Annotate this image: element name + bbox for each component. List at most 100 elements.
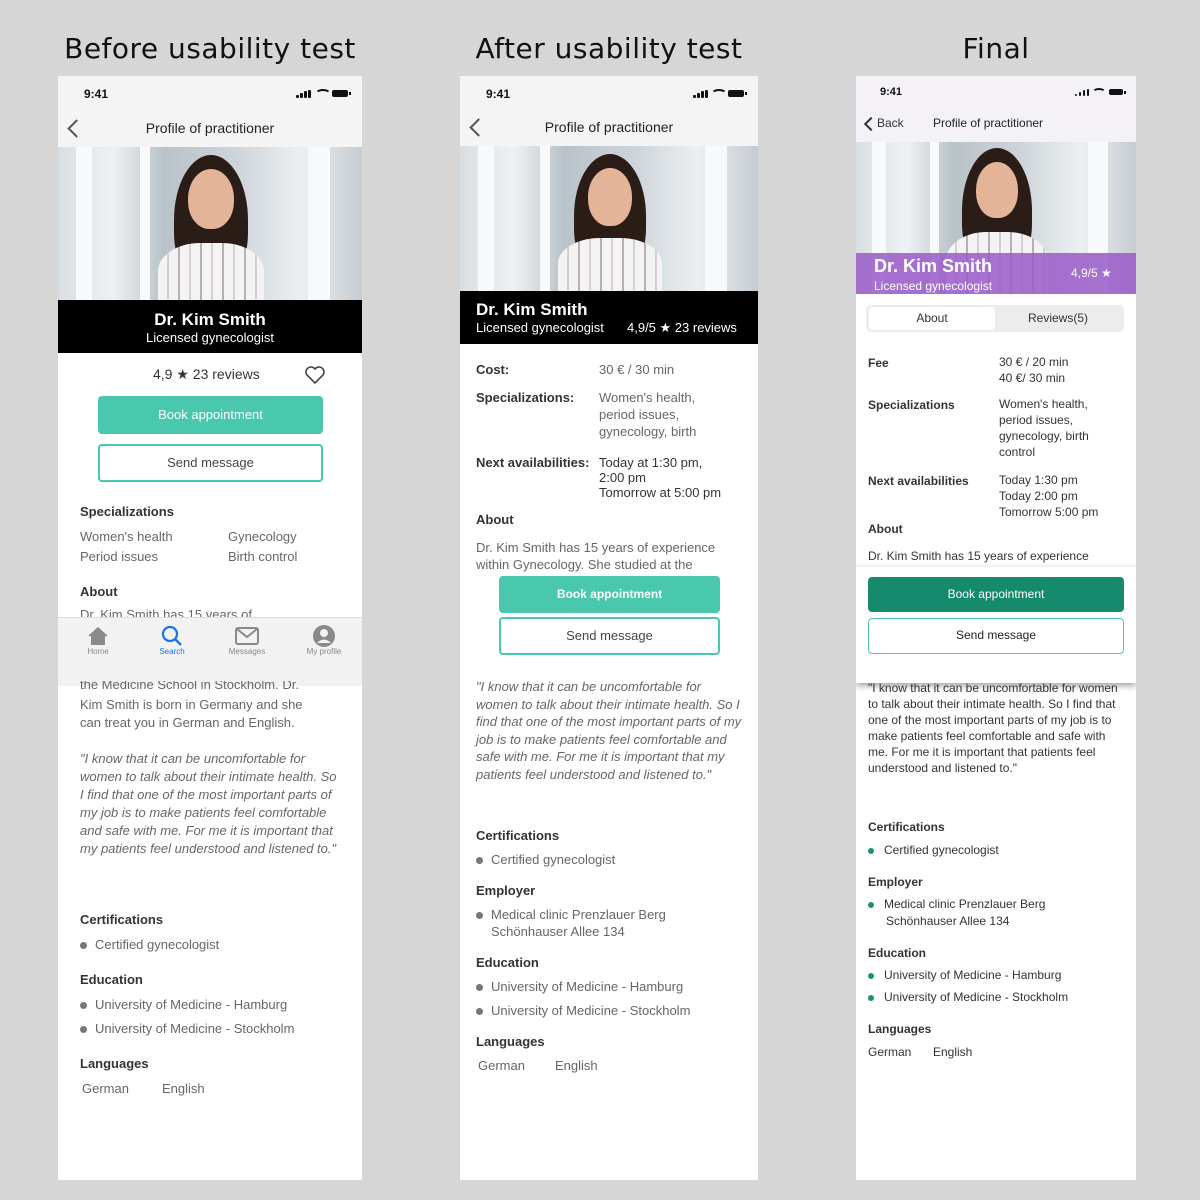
phone-before: 9:41 Profile of practitioner Dr. Kim Smi…	[58, 76, 362, 1180]
about-text-2: within Gynecology. She studied at the	[476, 557, 693, 572]
quote-text: "I know that it can be uncomfortable for…	[80, 751, 337, 856]
rating: 4,9 ★ 23 reviews	[153, 366, 260, 382]
about-heading: About	[476, 512, 514, 527]
title-final: Final	[962, 32, 1030, 65]
fee-label: Fee	[868, 356, 889, 370]
signal-icon	[296, 90, 312, 98]
spec-gynecology: Gynecology	[228, 529, 297, 544]
education-heading: Education	[80, 972, 143, 987]
spec-value-4: control	[999, 445, 1036, 459]
book-appointment-button[interactable]: Book appointment	[868, 577, 1124, 612]
tab-my-profile[interactable]: My profile	[294, 647, 354, 656]
next-availability-1: Today 1:30 pm	[999, 473, 1078, 487]
battery-icon	[332, 90, 351, 97]
wifi-icon	[315, 89, 331, 99]
language-german: German	[868, 1045, 912, 1059]
edu-item-2: University of Medicine - Stockholm	[868, 989, 1068, 1005]
send-message-button[interactable]: Send message	[868, 618, 1124, 654]
send-message-button[interactable]: Send message	[98, 444, 323, 482]
spec-birth-control: Birth control	[228, 549, 298, 564]
certifications-heading: Certifications	[80, 912, 164, 927]
about-continued-2: Kim Smith is born in Germany and she	[80, 697, 303, 712]
certifications-heading: Certifications	[868, 820, 945, 834]
quote-text: "I know that it can be uncomfortable for…	[868, 681, 1118, 775]
edu-item-1: University of Medicine - Hamburg	[868, 967, 1061, 983]
edu-item-1: University of Medicine - Hamburg	[476, 978, 683, 995]
tab-messages[interactable]: Messages	[217, 647, 277, 656]
phone-after: 9:41 Profile of practitioner Dr. Kim Smi…	[460, 76, 758, 1180]
languages-heading: Languages	[868, 1022, 932, 1036]
spec-value-3: gynecology, birth	[999, 429, 1089, 443]
cost-value: 30 € / 30 min	[599, 362, 675, 377]
specializations-label: Specializations:	[476, 390, 575, 405]
next-availability-2: Today 2:00 pm	[999, 489, 1078, 503]
page-title: Profile of practitioner	[933, 116, 1044, 130]
education-heading: Education	[868, 946, 927, 960]
wifi-icon	[711, 89, 727, 99]
book-appointment-button[interactable]: Book appointment	[499, 576, 720, 613]
tab-about[interactable]: About	[869, 307, 995, 330]
education-heading: Education	[476, 955, 539, 970]
spec-value-3: gynecology, birth	[599, 424, 697, 439]
cert-item: Certified gynecologist	[868, 842, 999, 858]
practitioner-subtitle: Licensed gynecologist	[476, 320, 604, 335]
employer-item-1: Medical clinic Prenzlauer Berg	[868, 896, 1045, 912]
spec-value-1: Women's health,	[999, 397, 1088, 411]
language-german: German	[478, 1058, 525, 1073]
cost-label: Cost:	[476, 362, 510, 377]
fee-value-2: 40 €/ 30 min	[999, 371, 1066, 385]
heart-icon[interactable]	[304, 365, 326, 385]
next-availability-3: Tomorrow at 5:00 pm	[599, 485, 722, 500]
certifications-heading: Certifications	[476, 828, 560, 843]
wifi-icon	[1092, 88, 1106, 97]
tab-home[interactable]: Home	[68, 647, 128, 656]
next-availabilities-label: Next availabilities:	[476, 455, 590, 470]
send-message-button[interactable]: Send message	[499, 617, 720, 655]
status-time: 9:41	[84, 87, 109, 101]
spec-value-1: Women's health,	[599, 390, 696, 405]
language-german: German	[82, 1081, 129, 1096]
tab-reviews[interactable]: Reviews(5)	[995, 307, 1121, 330]
specializations-heading: Specializations	[80, 504, 174, 519]
about-heading: About	[868, 522, 903, 536]
spec-value-2: period issues,	[599, 407, 680, 422]
spec-womens-health: Women's health	[80, 529, 173, 544]
phone-final: 9:41 Back Profile of practitioner Dr. Ki…	[856, 76, 1136, 1180]
about-text-1: Dr. Kim Smith has 15 years of experience	[868, 549, 1089, 563]
employer-heading: Employer	[868, 875, 923, 889]
practitioner-name: Dr. Kim Smith	[874, 256, 993, 276]
practitioner-photo	[460, 146, 758, 292]
spec-value-2: period issues,	[999, 413, 1074, 427]
signal-icon	[1075, 89, 1089, 96]
book-appointment-button[interactable]: Book appointment	[98, 396, 323, 434]
practitioner-name: Dr. Kim Smith	[154, 310, 266, 329]
page-title: Profile of practitioner	[145, 120, 275, 136]
language-english: English	[933, 1045, 973, 1059]
status-time: 9:41	[880, 86, 903, 98]
battery-icon	[728, 90, 747, 97]
edu-item-2: University of Medicine - Stockholm	[80, 1020, 294, 1037]
edu-item-1: University of Medicine - Hamburg	[80, 996, 287, 1013]
back-button[interactable]: Back	[877, 116, 904, 130]
practitioner-name: Dr. Kim Smith	[476, 300, 588, 319]
page-title: Profile of practitioner	[544, 119, 674, 135]
status-time: 9:41	[486, 87, 511, 101]
about-text-1: Dr. Kim Smith has 15 years of experience	[476, 540, 716, 555]
about-heading: About	[80, 584, 118, 599]
tab-search[interactable]: Search	[142, 647, 202, 656]
edu-item-2: University of Medicine - Stockholm	[476, 1002, 690, 1019]
languages-heading: Languages	[80, 1056, 149, 1071]
quote-text: "I know that it can be uncomfortable for…	[476, 679, 742, 782]
battery-icon	[1109, 89, 1126, 95]
signal-icon	[693, 90, 709, 98]
about-continued-1: the Medicine School in Stockholm. Dr.	[80, 681, 299, 692]
specializations-label: Specializations	[868, 398, 955, 412]
spec-period-issues: Period issues	[80, 549, 159, 564]
fee-value-1: 30 € / 20 min	[999, 355, 1069, 369]
rating: 4,9/5 ★ 23 reviews	[627, 320, 737, 335]
next-availability-3: Tomorrow 5:00 pm	[999, 505, 1099, 519]
language-english: English	[555, 1058, 598, 1073]
cert-item: Certified gynecologist	[476, 851, 615, 868]
practitioner-subtitle: Licensed gynecologist	[874, 279, 993, 293]
next-availabilities-label: Next availabilities	[868, 474, 969, 488]
